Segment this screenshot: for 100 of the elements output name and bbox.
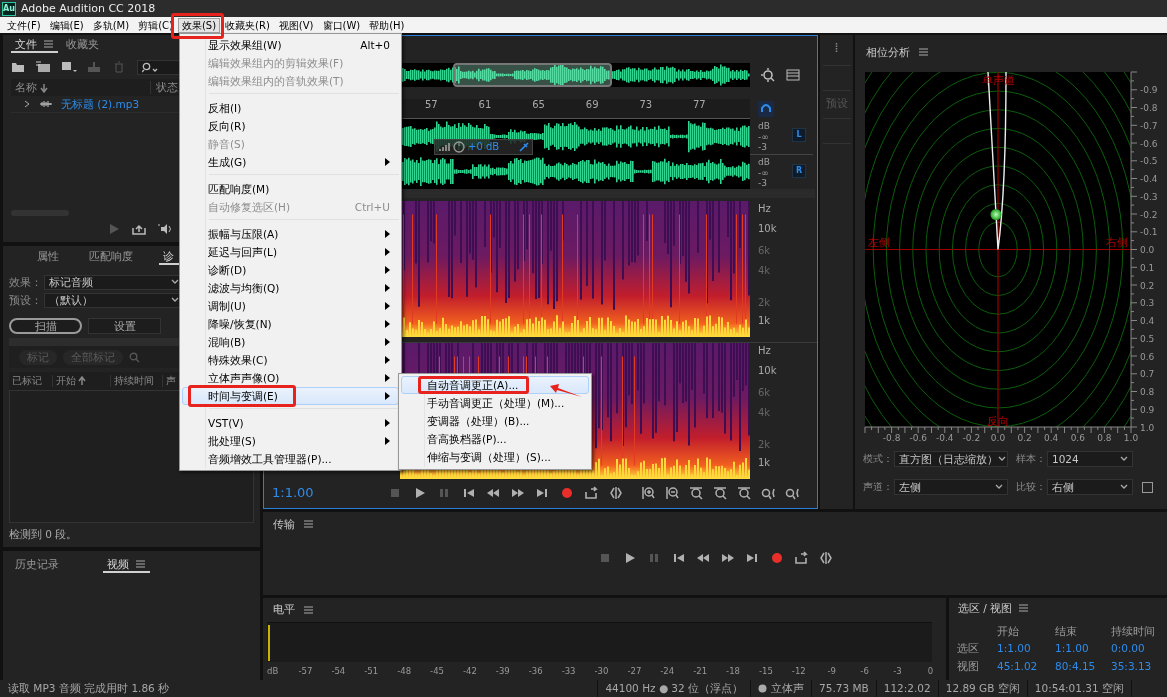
menu-item[interactable]: 帮助(H) <box>365 17 409 33</box>
menu-item[interactable]: 变调器（处理）(B)... <box>401 412 589 430</box>
skip-back-icon[interactable] <box>461 486 476 500</box>
fast-forward-icon[interactable] <box>510 486 525 500</box>
export-icon[interactable] <box>132 223 146 235</box>
menu-item[interactable]: 伸缩与变调（处理）(S)... <box>401 448 589 466</box>
skip-selection-icon[interactable] <box>818 550 833 565</box>
resize-handle[interactable] <box>400 189 815 198</box>
menu-item[interactable]: 降噪/恢复(N) <box>182 315 399 333</box>
zoom-icon[interactable] <box>760 486 775 500</box>
menu-icon[interactable] <box>303 519 314 530</box>
pin-icon[interactable] <box>519 142 529 152</box>
scale-label: -6 <box>859 666 870 677</box>
dropdown[interactable]: 1024 <box>1047 451 1133 467</box>
panel-tab[interactable]: 文件 <box>11 36 58 54</box>
menu-item[interactable]: 音高换档器(P)... <box>401 430 589 448</box>
button[interactable]: 设置 <box>88 318 161 334</box>
menu-item[interactable]: 振幅与压限(A) <box>182 225 399 243</box>
column-header[interactable]: 持续时间 <box>114 375 154 387</box>
zoom-icon[interactable] <box>736 486 751 500</box>
menu-item[interactable]: 编辑(E) <box>45 17 88 33</box>
panel-tab[interactable]: 历史记录 <box>11 556 63 574</box>
zoom-icon[interactable] <box>688 486 703 500</box>
loop-icon[interactable] <box>794 550 808 565</box>
tick-label: 0.6 <box>1140 351 1155 362</box>
menu-item[interactable]: 时间与变调(E) <box>182 387 399 405</box>
time-value[interactable]: 45:1.02 <box>997 659 1055 673</box>
sort-down-icon[interactable] <box>40 82 48 93</box>
time-value[interactable]: 80:4.15 <box>1055 659 1111 673</box>
insert-icon[interactable] <box>61 61 77 73</box>
menu-item[interactable]: 多轨(M) <box>88 17 134 33</box>
zoom-in-icon[interactable] <box>640 486 655 500</box>
panel-tab[interactable]: 匹配响度 <box>85 248 137 266</box>
column-header[interactable]: 状态 <box>151 81 178 94</box>
menu-icon[interactable] <box>918 47 929 57</box>
loop-icon[interactable] <box>584 486 598 500</box>
skip-selection-icon[interactable] <box>608 486 623 500</box>
menu-item[interactable]: 反相(I) <box>182 99 399 117</box>
column-header[interactable]: 声 <box>166 375 176 387</box>
menu-item[interactable]: 特殊效果(C) <box>182 351 399 369</box>
menu-item[interactable]: 收藏夹(R) <box>221 17 274 33</box>
column-header[interactable]: 开始 <box>56 375 76 387</box>
zoom-out-icon[interactable] <box>664 486 679 500</box>
menu-item[interactable]: 匹配响度(M) <box>182 180 399 198</box>
menu-item[interactable]: 批处理(S) <box>182 432 399 450</box>
panel-tab[interactable]: 收藏夹 <box>62 36 103 54</box>
gain-value[interactable]: +0 dB <box>468 141 500 153</box>
headphones-icon[interactable] <box>758 101 774 117</box>
menu-icon[interactable] <box>303 604 314 615</box>
scale-label: -36 <box>527 666 544 677</box>
record-icon[interactable] <box>769 550 784 565</box>
menu-item[interactable]: 效果(S) <box>177 17 221 33</box>
menu-icon[interactable] <box>135 559 146 569</box>
dropdown[interactable]: 左侧 <box>894 479 1008 495</box>
time-value[interactable]: 35:3.13 <box>1111 659 1163 673</box>
zoom-icon[interactable] <box>712 486 727 500</box>
grip-icon[interactable] <box>835 43 838 53</box>
menu-item[interactable]: 显示效果组(W) Alt+0 <box>182 36 399 54</box>
skip-forward-icon[interactable] <box>535 486 549 500</box>
chevron-right-icon[interactable] <box>23 100 31 108</box>
dropdown[interactable]: 右侧 <box>1047 479 1133 495</box>
menu-item[interactable]: 立体声声像(O) <box>182 369 399 387</box>
menu-item[interactable]: 调制(U) <box>182 297 399 315</box>
rewind-icon[interactable] <box>486 486 500 500</box>
record-icon[interactable] <box>559 486 574 500</box>
zoom-icon[interactable] <box>784 486 799 500</box>
channel-toggle[interactable]: R <box>792 164 806 178</box>
menu-item[interactable]: 手动音调更正（处理）(M)... <box>401 394 589 412</box>
speaker-icon[interactable] <box>158 223 174 235</box>
menu-icon[interactable] <box>1018 603 1030 614</box>
import-icon[interactable] <box>35 61 51 73</box>
menu-item[interactable]: 视图(V) <box>274 17 318 33</box>
menu-item[interactable]: 混响(B) <box>182 333 399 351</box>
menu-icon[interactable] <box>43 39 54 49</box>
zoom-icon[interactable] <box>760 67 776 83</box>
menu-item[interactable]: 窗口(W) <box>318 17 365 33</box>
menu-item[interactable]: 文件(F) <box>3 17 45 33</box>
button[interactable]: 扫描 <box>9 318 82 334</box>
panel-tab[interactable]: 视频 <box>103 556 150 574</box>
folder-icon[interactable] <box>11 61 25 73</box>
list-icon[interactable] <box>786 69 800 81</box>
menu-item[interactable]: 音频增效工具管理器(P)... <box>182 450 399 468</box>
channel-toggle[interactable]: L <box>792 128 806 142</box>
column-header[interactable]: 名称 <box>15 81 37 94</box>
menu-item[interactable]: 反向(R) <box>182 117 399 135</box>
knob-icon[interactable] <box>453 141 465 153</box>
dropdown[interactable]: 直方图（日志缩放） <box>894 451 1008 467</box>
checkbox[interactable] <box>1142 481 1153 493</box>
menu-item[interactable]: VST(V) <box>182 414 399 432</box>
time-value[interactable]: 1:1.00 <box>997 642 1055 655</box>
sort-up-icon[interactable] <box>78 376 86 386</box>
column-header[interactable]: 已标记 <box>12 375 42 387</box>
gain-control[interactable]: +0 dB <box>434 139 533 155</box>
time-value[interactable]: 0:0.00 <box>1111 642 1163 655</box>
time-value[interactable]: 1:1.00 <box>1055 642 1111 655</box>
menu-item[interactable]: 生成(G) <box>182 153 399 171</box>
panel-tab[interactable]: 属性 <box>33 248 63 266</box>
file-name[interactable]: 无标题 (2).mp3 <box>61 97 140 111</box>
menu-item[interactable]: 滤波与均衡(Q) <box>182 279 399 297</box>
column-header: 开始 <box>997 624 1020 638</box>
